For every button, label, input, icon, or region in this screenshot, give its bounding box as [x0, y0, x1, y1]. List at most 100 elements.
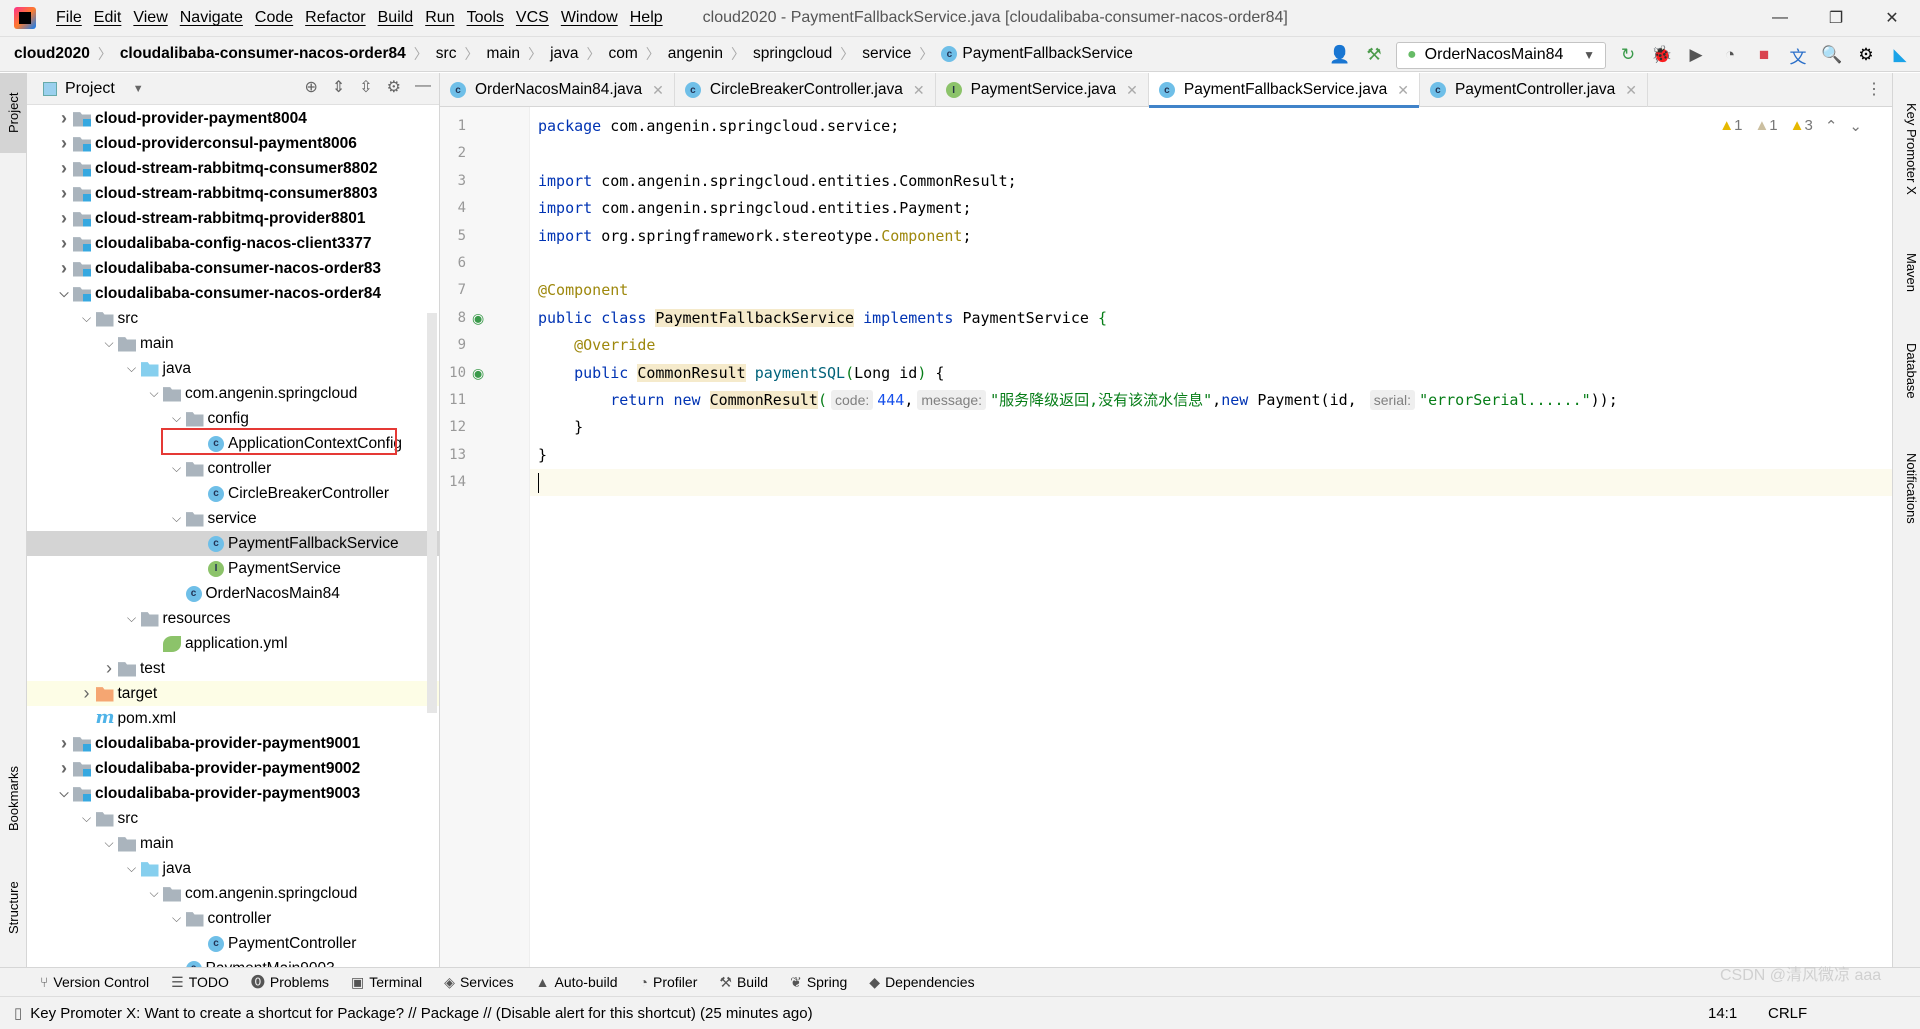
menu-window[interactable]: Window — [555, 9, 624, 27]
chevron-down-icon[interactable]: ⌵ — [145, 386, 163, 401]
chevron-down-icon[interactable]: ⌵ — [100, 836, 118, 851]
editor-tab[interactable]: c PaymentFallbackService.java ✕ — [1148, 73, 1420, 108]
chevron-right-icon[interactable]: › — [100, 658, 118, 679]
chevron-right-icon[interactable]: › — [55, 183, 73, 204]
tool-tab-notifications[interactable]: Notifications — [1895, 453, 1919, 524]
code-line[interactable]: @Override — [538, 332, 655, 359]
breadcrumb-item[interactable]: java — [550, 45, 578, 63]
tree-item[interactable]: application.yml — [27, 631, 439, 656]
chevron-down-icon[interactable]: ⌵ — [123, 611, 141, 626]
menu-build[interactable]: Build — [372, 9, 420, 27]
chevron-right-icon[interactable]: › — [55, 758, 73, 779]
breadcrumb-item[interactable]: cloud2020 — [14, 45, 90, 63]
tree-item[interactable]: ⌵ main — [27, 331, 439, 356]
menu-view[interactable]: View — [127, 9, 173, 27]
tool-window-problems[interactable]: ⓿ Problems — [251, 972, 329, 992]
code-line[interactable]: } — [538, 414, 583, 441]
tree-item[interactable]: ⌵ src — [27, 306, 439, 331]
tree-item[interactable]: ⌵ java — [27, 856, 439, 881]
tool-window-terminal[interactable]: ▣ Terminal — [351, 974, 422, 991]
code-line[interactable]: public class PaymentFallbackService impl… — [538, 305, 1107, 332]
chevron-right-icon[interactable]: › — [55, 133, 73, 154]
tree-item[interactable]: › cloudalibaba-provider-payment9002 — [27, 756, 439, 781]
gear-icon[interactable]: ⚙ — [387, 77, 401, 97]
close-tab-icon[interactable]: ✕ — [1625, 82, 1637, 99]
tool-tab-key-promoter[interactable]: Key Promoter X — [1895, 103, 1919, 195]
chevron-right-icon[interactable]: › — [55, 258, 73, 279]
hide-icon[interactable]: — — [415, 77, 431, 97]
tool-window-dependencies[interactable]: ◆ Dependencies — [869, 974, 974, 991]
tool-window-todo[interactable]: ☰ TODO — [171, 974, 229, 991]
expand-all-icon[interactable]: ⇕ — [332, 77, 345, 97]
chevron-up-icon[interactable]: ⌃ — [1825, 117, 1838, 135]
chevron-right-icon[interactable]: › — [78, 683, 96, 704]
chevron-right-icon[interactable]: › — [55, 158, 73, 179]
tree-item[interactable]: ⌵ resources — [27, 606, 439, 631]
chevron-right-icon[interactable]: › — [55, 208, 73, 229]
code-line[interactable]: } — [538, 442, 547, 469]
tree-item[interactable]: ⌵ com.angenin.springcloud — [27, 881, 439, 906]
tree-item[interactable]: › cloud-provider-payment8004 — [27, 106, 439, 131]
line-separator[interactable]: CRLF — [1768, 1005, 1807, 1022]
code-line[interactable]: public CommonResult paymentSQL(Long id) … — [538, 360, 944, 387]
menu-help[interactable]: Help — [624, 9, 669, 27]
locate-icon[interactable]: ⊕ — [304, 77, 317, 97]
chevron-down-icon[interactable]: ⌵ — [123, 361, 141, 376]
chevron-right-icon[interactable]: › — [55, 108, 73, 129]
status-message[interactable]: Key Promoter X: Want to create a shortcu… — [30, 1005, 812, 1022]
breadcrumb-item[interactable]: main — [486, 45, 520, 63]
tree-item[interactable]: › test — [27, 656, 439, 681]
tree-item[interactable]: › cloud-stream-rabbitmq-consumer8802 — [27, 156, 439, 181]
menu-refactor[interactable]: Refactor — [299, 9, 371, 27]
tree-item[interactable]: c OrderNacosMain84 — [27, 581, 439, 606]
tool-tab-bookmarks[interactable]: Bookmarks — [0, 743, 27, 853]
editor-tab[interactable]: I PaymentService.java ✕ — [936, 73, 1149, 107]
menu-run[interactable]: Run — [419, 9, 460, 27]
inspection-widget[interactable]: ▲1 ▲1 ▲3 ⌃ ⌄ — [1719, 117, 1862, 135]
stop-icon[interactable]: ■ — [1752, 43, 1776, 67]
minimize-button[interactable]: — — [1752, 0, 1808, 36]
menu-tools[interactable]: Tools — [461, 9, 510, 27]
breadcrumb-item[interactable]: com — [609, 45, 638, 63]
editor[interactable]: c OrderNacosMain84.java ✕ c CircleBreakerCon… — [440, 73, 1892, 967]
more-tabs-icon[interactable]: ⋮ — [1866, 79, 1882, 99]
tree-item[interactable]: › target — [27, 681, 439, 706]
code-line[interactable]: import com.angenin.springcloud.entities.… — [538, 168, 1017, 195]
chevron-down-icon[interactable]: ⌵ — [123, 861, 141, 876]
tree-item[interactable]: › cloud-providerconsul-payment8006 — [27, 131, 439, 156]
chevron-down-icon[interactable]: ⌵ — [168, 461, 186, 476]
menu-file[interactable]: File — [50, 9, 88, 27]
user-icon[interactable]: 👤 — [1328, 43, 1352, 67]
close-tab-icon[interactable]: ✕ — [1126, 82, 1138, 99]
tool-window-auto-build[interactable]: ▲ Auto-build — [536, 974, 618, 990]
code-line[interactable]: return new CommonResult(code: 444, message… — [538, 387, 1618, 414]
editor-tab[interactable]: c PaymentController.java ✕ — [1420, 73, 1648, 107]
breadcrumb-item[interactable]: cloudalibaba-consumer-nacos-order84 — [120, 45, 406, 63]
search-icon[interactable]: 🔍 — [1820, 43, 1844, 67]
editor-tab[interactable]: c CircleBreakerController.java ✕ — [675, 73, 936, 107]
menu-edit[interactable]: Edit — [88, 9, 128, 27]
tree-item[interactable]: c PaymentFallbackService — [27, 531, 439, 556]
code-line[interactable]: import com.angenin.springcloud.entities.… — [538, 195, 971, 222]
tree-item[interactable]: ⌵ controller — [27, 456, 439, 481]
tool-window-build[interactable]: ⚒ Build — [719, 974, 768, 991]
menu-vcs[interactable]: VCS — [510, 9, 555, 27]
chevron-down-icon[interactable]: ⌵ — [168, 511, 186, 526]
tree-item[interactable]: › cloud-stream-rabbitmq-consumer8803 — [27, 181, 439, 206]
tree-item[interactable]: c ApplicationContextConfig — [27, 431, 439, 456]
code-line[interactable]: package com.angenin.springcloud.service; — [538, 113, 899, 140]
chevron-down-icon[interactable]: ⌵ — [145, 886, 163, 901]
coverage-icon[interactable]: ▶ — [1684, 43, 1708, 67]
tool-tab-maven[interactable]: Maven — [1895, 253, 1919, 292]
tree-item[interactable]: cPaymentMain9003 — [27, 956, 439, 967]
chevron-right-icon[interactable]: › — [55, 733, 73, 754]
chevron-down-icon[interactable]: ⌵ — [168, 411, 186, 426]
scrollbar[interactable] — [427, 313, 437, 713]
tool-tab-project[interactable]: Project — [0, 73, 27, 153]
tool-window-profiler[interactable]: ◔ Profiler — [640, 974, 698, 990]
chevron-down-icon[interactable]: ▼ — [133, 83, 144, 95]
close-tab-icon[interactable]: ✕ — [1397, 82, 1409, 99]
breadcrumb-item[interactable]: springcloud — [753, 45, 832, 63]
tree-item[interactable]: › cloudalibaba-consumer-nacos-order83 — [27, 256, 439, 281]
tree-item[interactable]: ⌵ com.angenin.springcloud — [27, 381, 439, 406]
